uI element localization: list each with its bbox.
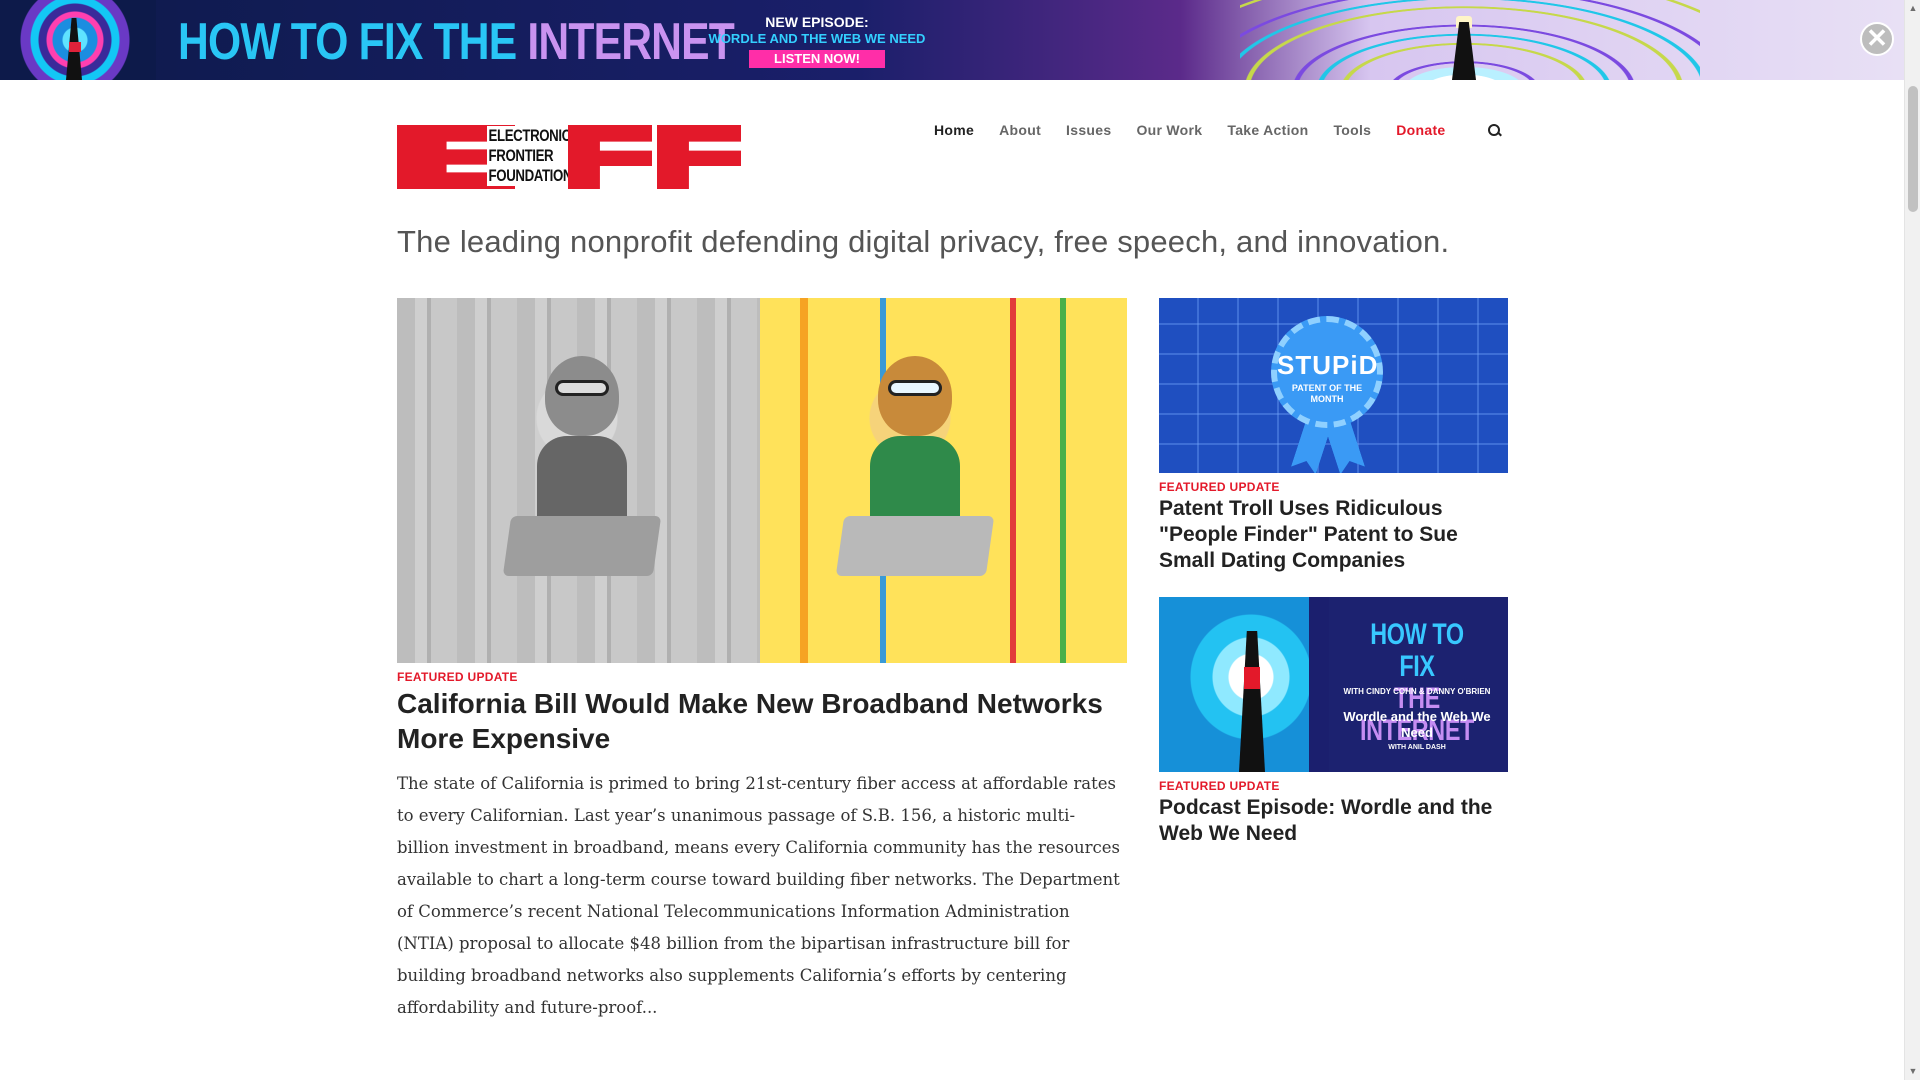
podcast-image-title-line1: HOW TO FIX — [1370, 618, 1464, 683]
lighthouse-tower-icon-right — [1452, 22, 1476, 80]
podcast-lighthouse-band — [1244, 667, 1260, 689]
nav-tools[interactable]: Tools — [1333, 122, 1371, 138]
gray-glasses-icon — [555, 380, 609, 396]
nav-our-work[interactable]: Our Work — [1136, 122, 1202, 138]
feature-image-color-half — [760, 298, 1127, 663]
logo-text-line3: FOUNDATION — [488, 166, 573, 185]
podcast-guest: WITH ANIL DASH — [1388, 744, 1446, 751]
color-laptop-icon — [835, 516, 995, 576]
podcast-hosts: WITH CINDY COHN & DANNY O'BRIEN — [1343, 687, 1491, 696]
lighthouse-beam-art — [1240, 0, 1700, 80]
badge-subtitle: PATENT OF THE MONTH — [1291, 383, 1363, 404]
podcast-card-image[interactable]: HOW TO FIX THE INTERNET WITH CINDY COHN … — [1159, 597, 1508, 772]
patent-card-image[interactable]: STUPiD PATENT OF THE MONTH — [1159, 298, 1508, 473]
promo-episode-title: WORDLE AND THE WEB WE NEED — [708, 31, 926, 46]
scroll-down-icon[interactable]: ▼ — [1908, 1066, 1918, 1076]
search-icon[interactable] — [1487, 123, 1501, 137]
banner-title: HOW TO FIX THE INTERNET — [178, 12, 735, 72]
logo-text-line1: ELECTRONIC — [488, 126, 572, 145]
badge-title: STUPiD — [1277, 350, 1379, 380]
listen-now-button[interactable]: LISTEN NOW! — [749, 50, 885, 68]
close-banner-button[interactable]: ✕ — [1860, 22, 1894, 56]
feature-label: FEATURED UPDATE — [397, 670, 518, 684]
logo-text-line2: FRONTIER — [488, 146, 554, 165]
logo-wordmark: ELECTRONIC FRONTIER FOUNDATION — [487, 126, 573, 186]
promo-headline: NEW EPISODE: — [765, 14, 869, 30]
eff-logo[interactable]: ELECTRONIC FRONTIER FOUNDATION — [397, 125, 741, 189]
logo-letter-f1 — [568, 125, 652, 189]
award-badge-icon: STUPiD PATENT OF THE MONTH — [1271, 316, 1383, 428]
feature-image[interactable] — [397, 298, 1127, 663]
patent-card-label: FEATURED UPDATE — [1159, 480, 1280, 494]
podcast-card-label: FEATURED UPDATE — [1159, 779, 1280, 793]
podcast-lighthouse-art — [1159, 597, 1309, 772]
site-tagline: The leading nonprofit defending digital … — [397, 224, 1450, 259]
color-girl-head — [878, 356, 952, 436]
scroll-thumb[interactable] — [1908, 86, 1918, 212]
nav-about[interactable]: About — [999, 122, 1041, 138]
nav-take-action[interactable]: Take Action — [1227, 122, 1308, 138]
feature-excerpt: The state of California is primed to bri… — [397, 774, 1120, 1017]
page-scrollbar[interactable]: ▲ ▼ — [1904, 0, 1920, 1080]
nav-home[interactable]: Home — [934, 122, 974, 138]
lighthouse-band — [69, 42, 81, 52]
patent-card-title-link[interactable]: Patent Troll Uses Ridiculous "People Fin… — [1159, 496, 1508, 574]
banner-promo[interactable]: NEW EPISODE: WORDLE AND THE WEB WE NEED … — [686, 14, 948, 68]
nav-issues[interactable]: Issues — [1066, 122, 1111, 138]
banner-title-part1: HOW TO FIX THE — [178, 13, 517, 71]
podcast-card-title-link[interactable]: Podcast Episode: Wordle and the Web We N… — [1159, 795, 1508, 847]
feature-image-gray-half — [397, 298, 760, 663]
lighthouse-art — [0, 0, 156, 80]
logo-letter-f2 — [657, 125, 741, 189]
feature-title-link[interactable]: California Bill Would Make New Broadband… — [397, 686, 1127, 756]
podcast-episode-name: Wordle and the Web We Need — [1343, 709, 1491, 740]
gray-laptop-icon — [502, 516, 662, 576]
scroll-up-icon[interactable]: ▲ — [1908, 3, 1918, 13]
color-glasses-icon — [888, 380, 942, 396]
nav-donate[interactable]: Donate — [1396, 122, 1445, 138]
top-banner[interactable]: HOW TO FIX THE INTERNET NEW EPISODE: WOR… — [0, 0, 1904, 80]
main-nav: Home About Issues Our Work Take Action T… — [934, 122, 1501, 138]
gray-girl-head — [545, 356, 619, 436]
